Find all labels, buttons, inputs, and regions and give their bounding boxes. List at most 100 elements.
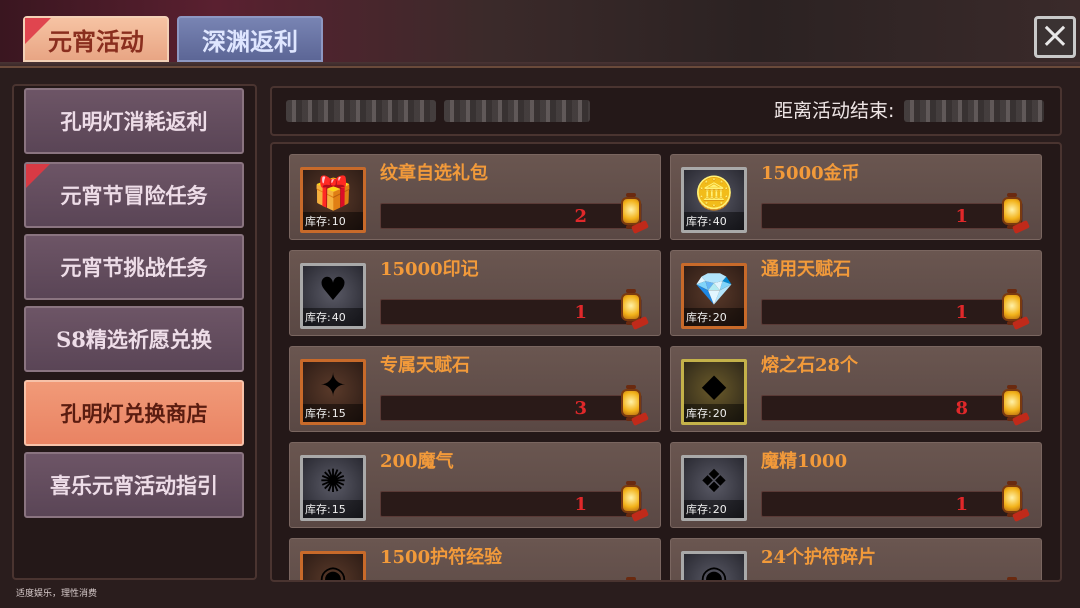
- gold-coin-icon: 🪙: [694, 174, 734, 212]
- new-flag-icon: [25, 18, 51, 44]
- lantern-currency-icon: [993, 285, 1031, 331]
- exchange-button[interactable]: 3: [380, 395, 642, 421]
- item-name: 纹章自选礼包: [380, 163, 488, 184]
- lantern-body: [1002, 385, 1022, 421]
- item-name: 15000印记: [380, 259, 479, 280]
- menu-item-lantern-shop[interactable]: 孔明灯兑换商店: [24, 380, 244, 446]
- shop-item-card[interactable]: 🪙 库存: 40 15000金币 1: [670, 154, 1042, 240]
- stock-value: 15: [331, 406, 346, 420]
- shop-item-card[interactable]: ✺ 库存: 15 200魔气 1: [289, 442, 661, 528]
- amulet-shard-icon: ◉: [700, 558, 728, 582]
- amulet-orb-icon: ◉: [319, 558, 347, 582]
- menu-item-label: 元宵节挑战任务: [60, 255, 208, 280]
- lantern-body: [1002, 193, 1022, 229]
- item-name: 通用天赋石: [761, 259, 851, 280]
- activity-menu: 孔明灯消耗返利 元宵节冒险任务 元宵节挑战任务 S8精选祈愿兑换 孔明灯兑换商店…: [12, 84, 257, 580]
- menu-item-label: 元宵节冒险任务: [60, 183, 208, 208]
- exchange-button[interactable]: 1: [761, 491, 1023, 517]
- shop-item-card[interactable]: ❖ 库存: 20 魔精1000 1: [670, 442, 1042, 528]
- menu-item-label: 喜乐元宵活动指引: [50, 473, 218, 498]
- lantern-currency-icon: [612, 573, 650, 580]
- lantern-body: [621, 481, 641, 517]
- cost-value: 1: [955, 206, 968, 227]
- lantern-body: [621, 289, 641, 325]
- item-icon-frame[interactable]: ♥ 库存: 40: [300, 263, 366, 329]
- tab-abyss-rebate[interactable]: 深渊返利: [177, 16, 323, 62]
- item-icon-frame[interactable]: ◆ 库存: 20: [681, 359, 747, 425]
- item-icon-frame[interactable]: ❖ 库存: 20: [681, 455, 747, 521]
- lantern-currency-icon: [993, 381, 1031, 427]
- item-icon-frame[interactable]: 💎 库存: 20: [681, 263, 747, 329]
- stock-label: 库存:: [686, 311, 712, 324]
- menu-item-label: 孔明灯消耗返利: [60, 109, 208, 134]
- yellow-crystal-icon: ✦: [319, 366, 347, 404]
- item-name: 200魔气: [380, 451, 454, 472]
- cost-value: 1: [955, 494, 968, 515]
- cost-value: 1: [574, 302, 587, 323]
- menu-item-event-guide[interactable]: 喜乐元宵活动指引: [24, 452, 244, 518]
- lantern-currency-icon: [993, 189, 1031, 235]
- blurred-text: [444, 100, 590, 122]
- shop-item-card[interactable]: ◆ 库存: 20 熔之石28个 8: [670, 346, 1042, 432]
- lantern-body: [626, 577, 636, 580]
- gift-box-icon: 🎁: [313, 174, 353, 212]
- lantern-body: [1007, 577, 1017, 580]
- item-name: 魔精1000: [761, 451, 848, 472]
- item-icon-frame[interactable]: ◉: [681, 551, 747, 582]
- stock-label: 库存:: [305, 215, 331, 228]
- new-flag-icon: [26, 164, 50, 188]
- menu-item-lantern-rebate[interactable]: 孔明灯消耗返利: [24, 88, 244, 154]
- lantern-currency-icon: [993, 477, 1031, 523]
- stock-label: 库存:: [686, 215, 712, 228]
- shop-item-card[interactable]: ♥ 库存: 40 15000印记 1: [289, 250, 661, 336]
- shop-item-card[interactable]: ◉ 1500护符经验: [289, 538, 661, 582]
- purple-gem-icon: ❖: [699, 462, 729, 500]
- tab-yuanxiao-event[interactable]: 元宵活动: [23, 16, 169, 62]
- blurred-text: [286, 100, 436, 122]
- lantern-currency-icon: [612, 381, 650, 427]
- menu-item-s8-wish-exchange[interactable]: S8精选祈愿兑换: [24, 306, 244, 372]
- stock-label: 库存:: [686, 407, 712, 420]
- stock-count: 库存: 20: [684, 308, 744, 326]
- cost-value: 1: [955, 302, 968, 323]
- stock-count: 库存: 20: [684, 404, 744, 422]
- item-icon-frame[interactable]: 🎁 库存: 10: [300, 167, 366, 233]
- exchange-button[interactable]: 2: [380, 203, 642, 229]
- lantern-currency-icon: [612, 285, 650, 331]
- item-icon-frame[interactable]: ◉: [300, 551, 366, 582]
- emblem-shield-icon: ♥: [318, 270, 348, 308]
- exchange-button[interactable]: 1: [761, 299, 1023, 325]
- exchange-button[interactable]: 1: [761, 203, 1023, 229]
- tab-label: 深渊返利: [202, 26, 298, 56]
- lantern-body: [1002, 289, 1022, 325]
- purple-orb-icon: ✺: [319, 462, 347, 500]
- close-button[interactable]: ×: [1034, 16, 1076, 58]
- shop-item-card[interactable]: ✦ 库存: 15 专属天赋石 3: [289, 346, 661, 432]
- menu-item-adventure-quest[interactable]: 元宵节冒险任务: [24, 162, 244, 228]
- shop-item-card[interactable]: 💎 库存: 20 通用天赋石 1: [670, 250, 1042, 336]
- close-icon: ×: [1039, 15, 1071, 56]
- item-name: 15000金币: [761, 163, 860, 184]
- item-icon-frame[interactable]: ✦ 库存: 15: [300, 359, 366, 425]
- item-icon-frame[interactable]: 🪙 库存: 40: [681, 167, 747, 233]
- cost-value: 8: [955, 398, 968, 419]
- stock-label: 库存:: [305, 503, 331, 516]
- stock-value: 40: [712, 214, 727, 228]
- lantern-currency-icon: [612, 477, 650, 523]
- stock-value: 10: [331, 214, 346, 228]
- exchange-button[interactable]: 8: [761, 395, 1023, 421]
- stock-label: 库存:: [305, 311, 331, 324]
- shop-item-card[interactable]: 🎁 库存: 10 纹章自选礼包 2: [289, 154, 661, 240]
- lantern-body: [621, 385, 641, 421]
- lantern-currency-icon: [993, 573, 1031, 580]
- menu-item-challenge-quest[interactable]: 元宵节挑战任务: [24, 234, 244, 300]
- exchange-button[interactable]: 1: [380, 299, 642, 325]
- stock-count: 库存: 40: [684, 212, 744, 230]
- stock-value: 20: [712, 406, 727, 420]
- exchange-button[interactable]: 1: [380, 491, 642, 517]
- stock-value: 20: [712, 310, 727, 324]
- item-icon-frame[interactable]: ✺ 库存: 15: [300, 455, 366, 521]
- blue-crystal-icon: 💎: [694, 270, 734, 308]
- shop-item-card[interactable]: ◉ 24个护符碎片: [670, 538, 1042, 582]
- stock-label: 库存:: [305, 407, 331, 420]
